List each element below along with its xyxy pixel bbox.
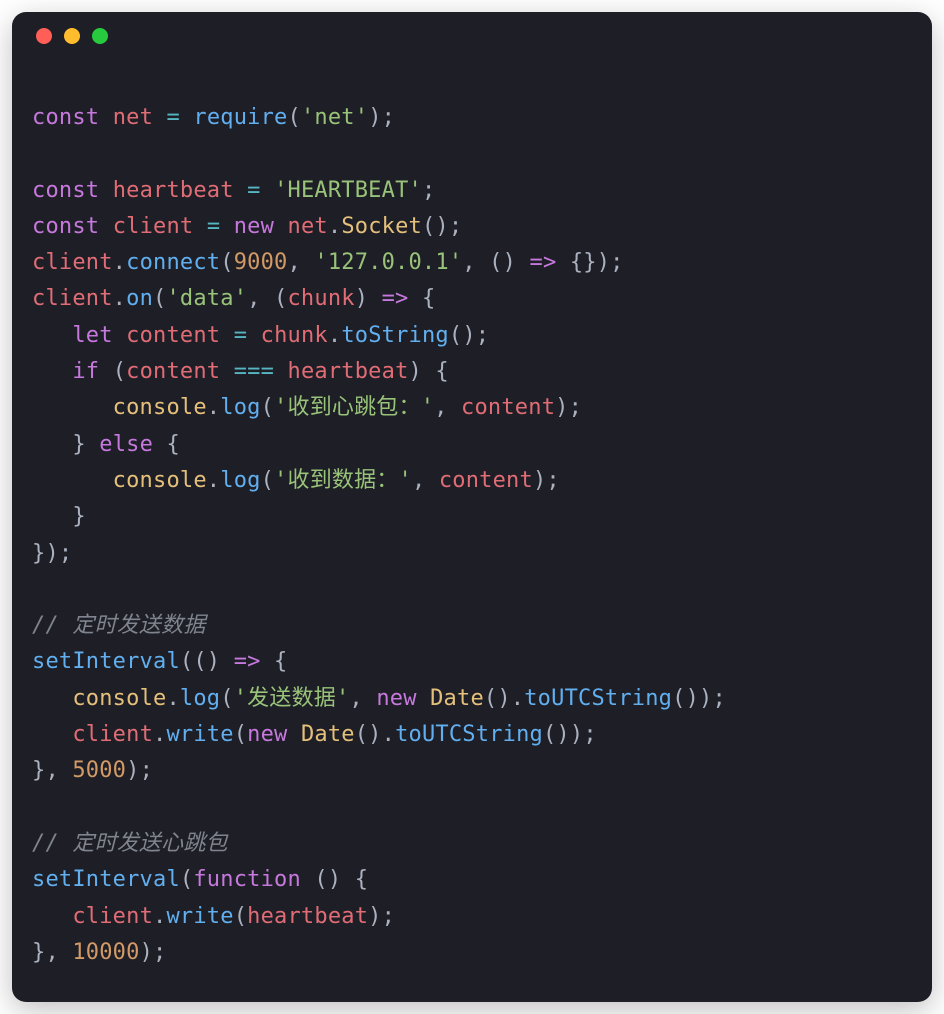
keyword-else: else (99, 432, 153, 457)
op-eqeqeq: === (234, 359, 274, 384)
var-client: client (113, 214, 194, 239)
keyword-let: let (72, 323, 112, 348)
fn-tostring: toString (341, 323, 449, 348)
fn-write: write (166, 722, 233, 747)
window-titlebar (12, 12, 932, 60)
class-date: Date (301, 722, 355, 747)
var-heartbeat: heartbeat (113, 178, 234, 203)
comment-send-hb: // 定时发送心跳包 (32, 831, 228, 856)
var-chunk: chunk (261, 323, 328, 348)
var-net: net (288, 214, 328, 239)
fn-log: log (180, 686, 220, 711)
fn-require: require (193, 105, 287, 130)
keyword-new: new (234, 214, 274, 239)
fn-connect: connect (126, 250, 220, 275)
str-send-data: '发送数据' (234, 686, 350, 711)
keyword-const: const (32, 178, 99, 203)
keyword-function: function (193, 867, 301, 892)
fn-setinterval: setInterval (32, 649, 180, 674)
fn-toutcstring: toUTCString (524, 686, 672, 711)
obj-console: console (113, 468, 207, 493)
fn-write: write (166, 904, 233, 929)
var-heartbeat: heartbeat (247, 904, 368, 929)
code-window: const net = require('net'); const heartb… (12, 12, 932, 1002)
num-9000: 9000 (234, 250, 288, 275)
keyword-if: if (72, 359, 99, 384)
var-heartbeat: heartbeat (288, 359, 409, 384)
op-eq: = (207, 214, 220, 239)
arrow: => (234, 649, 261, 674)
str-net: 'net' (301, 105, 368, 130)
keyword-const: const (32, 214, 99, 239)
var-content: content (126, 359, 220, 384)
var-content: content (439, 468, 533, 493)
keyword-new: new (247, 722, 287, 747)
obj-console: console (113, 395, 207, 420)
comment-send-data: // 定时发送数据 (32, 613, 206, 638)
keyword-const: const (32, 105, 99, 130)
var-content: content (461, 395, 555, 420)
str-127: '127.0.0.1' (314, 250, 462, 275)
var-net: net (113, 105, 153, 130)
code-block: const net = require('net'); const heartb… (12, 60, 932, 1001)
arrow: => (530, 250, 557, 275)
keyword-new: new (376, 686, 416, 711)
param-chunk: chunk (287, 286, 354, 311)
op-eq: = (247, 178, 260, 203)
num-10000: 10000 (72, 940, 139, 965)
op-eq: = (166, 105, 179, 130)
fn-log: log (220, 395, 260, 420)
op-eq: = (234, 323, 247, 348)
str-data: 'data' (166, 286, 247, 311)
num-5000: 5000 (72, 758, 126, 783)
var-client: client (72, 904, 153, 929)
fn-on: on (126, 286, 153, 311)
fn-log: log (220, 468, 260, 493)
var-client: client (32, 250, 113, 275)
zoom-icon[interactable] (92, 28, 108, 44)
obj-console: console (72, 686, 166, 711)
str-heartbeat-val: 'HEARTBEAT' (274, 178, 422, 203)
minimize-icon[interactable] (64, 28, 80, 44)
var-client: client (32, 286, 113, 311)
var-client: client (72, 722, 153, 747)
var-content: content (126, 323, 220, 348)
fn-setinterval: setInterval (32, 867, 180, 892)
class-socket: Socket (341, 214, 422, 239)
arrow: => (382, 286, 409, 311)
class-date: Date (430, 686, 484, 711)
str-hb-recv: '收到心跳包：' (274, 395, 434, 420)
fn-toutcstring: toUTCString (395, 722, 543, 747)
close-icon[interactable] (36, 28, 52, 44)
str-data-recv: '收到数据：' (274, 468, 412, 493)
